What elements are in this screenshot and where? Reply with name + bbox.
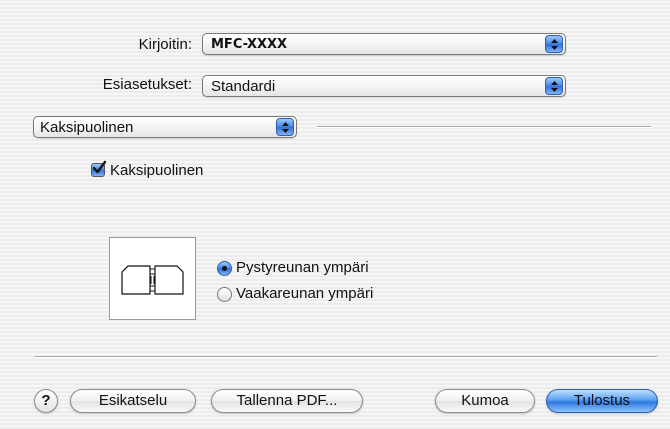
presets-popup[interactable]: Standardi [202,75,566,97]
radio-long-edge[interactable] [217,261,232,276]
binding-preview [109,237,196,320]
up-down-arrows-icon [276,118,294,136]
print-dialog: { "printer": { "label": "Kirjoitin:", "v… [0,0,670,429]
duplex-checkbox[interactable] [91,160,107,177]
duplex-label: Kaksipuolinen [110,162,204,179]
presets-label: Esiasetukset: [102,76,192,93]
print-button[interactable]: Tulostus [546,389,658,413]
printer-value: MFC-XXXX [211,37,288,52]
panel-value: Kaksipuolinen [40,119,134,136]
radio-long-edge-label: Pystyreunan ympäri [236,259,369,276]
preview-button[interactable]: Esikatselu [70,389,196,413]
radio-short-edge[interactable] [217,287,232,302]
save-pdf-button[interactable]: Tallenna PDF... [211,389,363,413]
panel-divider [317,126,651,128]
bottom-divider [35,356,657,358]
cancel-button[interactable]: Kumoa [435,389,535,413]
panel-popup[interactable]: Kaksipuolinen [33,116,297,138]
help-icon: ? [41,392,51,409]
up-down-arrows-icon [545,77,563,95]
up-down-arrows-icon [545,35,563,53]
long-edge-binding-icon [121,265,184,295]
help-button[interactable]: ? [34,389,58,413]
printer-popup[interactable]: MFC-XXXX [202,33,566,55]
presets-value: Standardi [211,78,276,95]
printer-label: Kirjoitin: [138,36,192,53]
radio-short-edge-label: Vaakareunan ympäri [236,285,374,302]
